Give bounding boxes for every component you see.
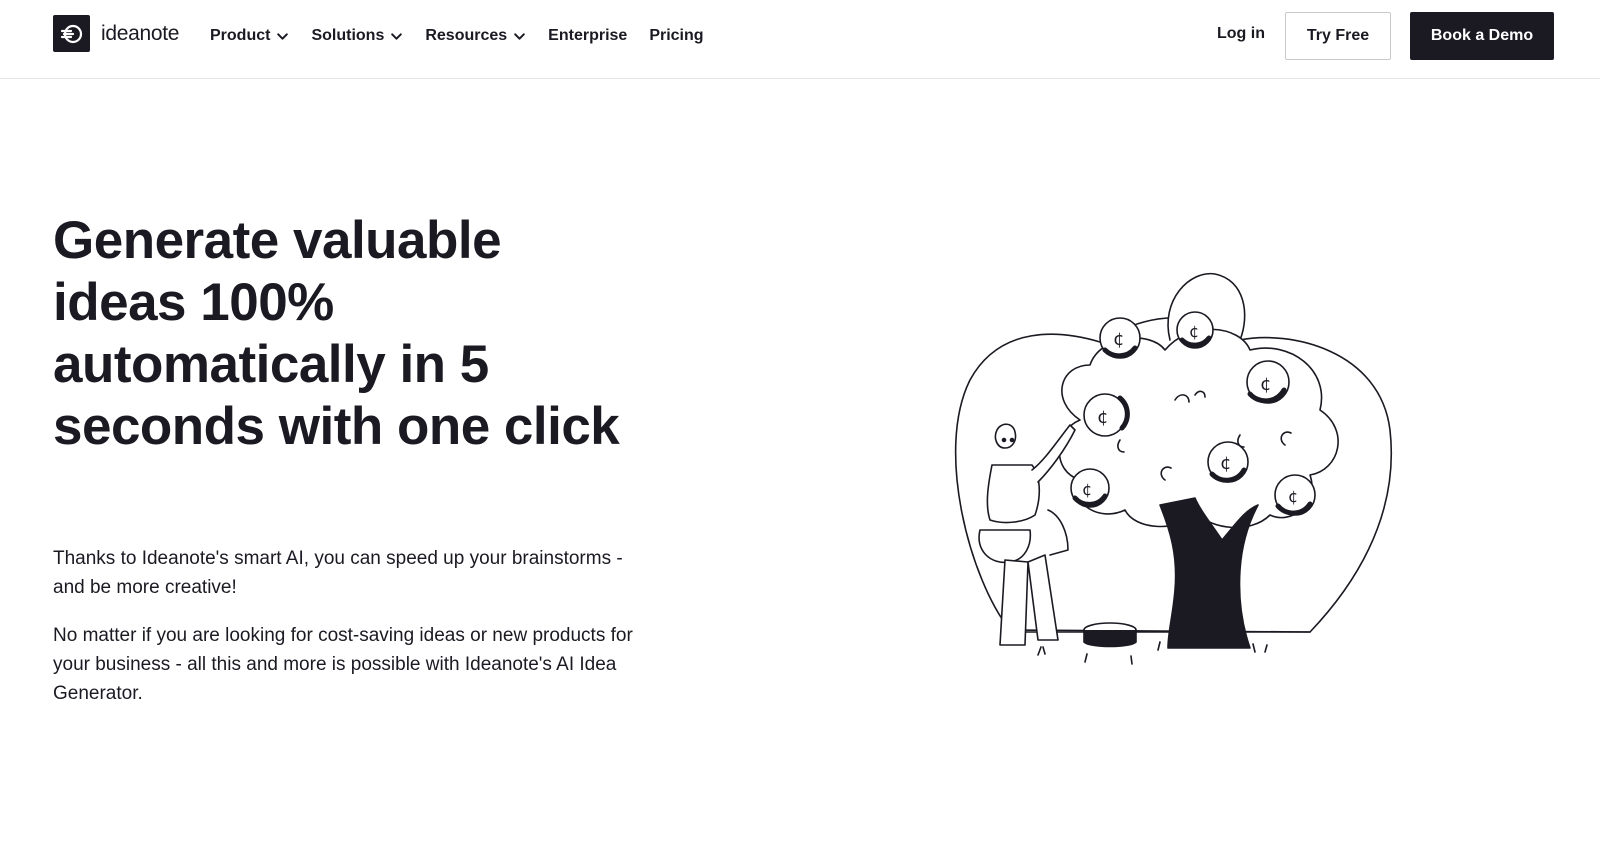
hero-paragraph-intro: Thanks to Ideanote's smart AI, you can s… <box>53 548 623 598</box>
login-link[interactable]: Log in <box>1217 25 1265 43</box>
money-tree-illustration: ¢ ¢ ¢ ¢ ¢ ¢ ¢ <box>954 272 1392 665</box>
nav-item-product[interactable]: Product <box>210 27 289 45</box>
svg-text:¢: ¢ <box>1097 407 1108 428</box>
site-header: ideanote Product Solutions Resources Ent… <box>0 0 1600 79</box>
nav-item-label: Pricing <box>649 27 704 44</box>
nav-item-pricing[interactable]: Pricing <box>649 27 703 45</box>
chevron-down-icon <box>277 32 289 40</box>
nav-item-label: Enterprise <box>548 27 628 44</box>
svg-text:¢: ¢ <box>1082 480 1092 499</box>
nav-item-label: Product <box>210 27 271 44</box>
chevron-down-icon <box>391 32 403 40</box>
book-demo-button[interactable]: Book a Demo <box>1410 12 1554 60</box>
chevron-down-icon <box>514 32 525 40</box>
nav-item-label: Resources <box>425 27 508 44</box>
nav-item-enterprise[interactable]: Enterprise <box>548 27 627 45</box>
hero-title: Generate valuable ideas 100% automatical… <box>53 211 620 456</box>
svg-text:¢: ¢ <box>1113 329 1124 350</box>
svg-text:¢: ¢ <box>1220 453 1231 474</box>
nav-item-label: Solutions <box>311 27 385 44</box>
main-nav: Product Solutions Resources Enterprise P… <box>210 0 726 72</box>
nav-item-resources[interactable]: Resources <box>425 27 526 45</box>
nav-item-solutions[interactable]: Solutions <box>311 27 403 45</box>
try-free-button[interactable]: Try Free <box>1285 12 1391 60</box>
ideanote-logo-icon <box>53 15 90 52</box>
brand-name: ideanote <box>101 21 180 45</box>
svg-text:¢: ¢ <box>1260 374 1271 395</box>
svg-text:¢: ¢ <box>1288 487 1298 506</box>
svg-text:¢: ¢ <box>1189 322 1199 341</box>
brand-logo[interactable]: ideanote <box>53 15 179 52</box>
hero-paragraph-details: No matter if you are looking for cost-sa… <box>53 625 633 704</box>
